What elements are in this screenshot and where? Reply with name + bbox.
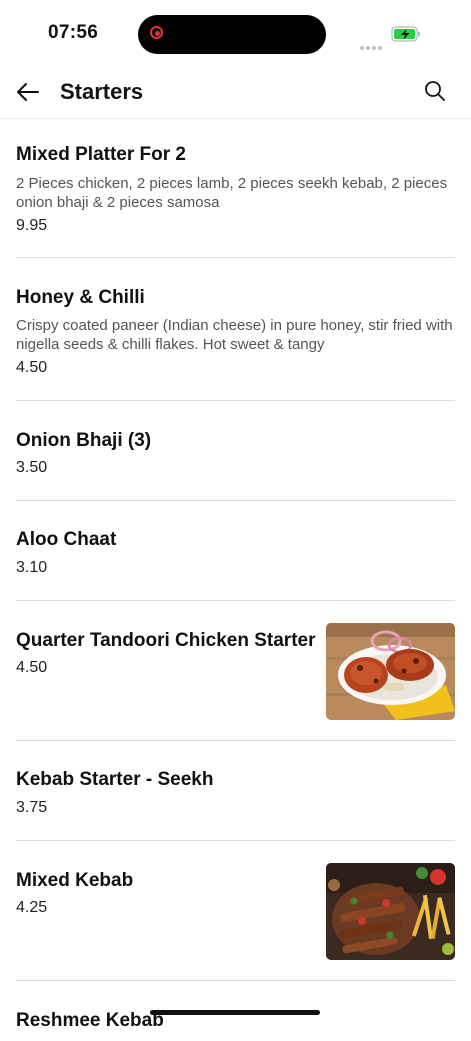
menu-item-price: 4.50 <box>16 659 48 676</box>
battery-charging-icon <box>391 26 420 42</box>
home-indicator[interactable] <box>150 1010 320 1015</box>
menu-item-list: Mixed Platter For 2 2 Pieces chicken, 2 … <box>0 118 471 1041</box>
menu-item[interactable]: Quarter Tandoori Chicken Starter 4.50 <box>16 601 455 741</box>
dynamic-island <box>138 15 326 54</box>
menu-item-name: Onion Bhaji (3) <box>16 430 152 451</box>
cellular-signal-icon <box>360 37 384 55</box>
menu-item-name: Reshmee Kebab <box>16 1010 164 1031</box>
menu-item[interactable]: Kebab Starter - Seekh 3.75 <box>16 741 455 841</box>
menu-item-name: Mixed Kebab <box>16 870 134 891</box>
screen-record-icon <box>150 26 163 39</box>
menu-item-name: Quarter Tandoori Chicken Starter <box>16 630 316 651</box>
tandoori-chicken-photo <box>326 623 455 720</box>
menu-item-name: Aloo Chaat <box>16 529 117 550</box>
mixed-kebab-photo <box>326 863 455 960</box>
menu-item[interactable]: Onion Bhaji (3) 3.50 <box>16 401 455 501</box>
menu-item-name: Kebab Starter - Seekh <box>16 769 214 790</box>
menu-item-price: 9.95 <box>16 217 48 234</box>
menu-item-description: 2 Pieces chicken, 2 pieces lamb, 2 piece… <box>16 175 448 211</box>
status-bar: 07:56 <box>0 0 471 70</box>
menu-item[interactable]: Honey & Chilli Crispy coated paneer (Ind… <box>16 258 455 401</box>
menu-item-price: 4.50 <box>16 359 48 376</box>
page-title: Starters <box>60 79 144 104</box>
back-arrow-icon[interactable] <box>14 80 42 104</box>
menu-item-name: Honey & Chilli <box>16 287 145 308</box>
menu-item-name: Mixed Platter For 2 <box>16 144 186 165</box>
status-time: 07:56 <box>48 22 99 43</box>
menu-item-description: Crispy coated paneer (Indian cheese) in … <box>16 317 453 353</box>
menu-item-price: 3.75 <box>16 799 48 816</box>
menu-item-price: 3.50 <box>16 459 48 476</box>
search-icon[interactable] <box>422 78 448 104</box>
menu-item[interactable]: Mixed Platter For 2 2 Pieces chicken, 2 … <box>16 118 455 258</box>
menu-item-price: 3.10 <box>16 559 48 576</box>
menu-item[interactable]: Aloo Chaat 3.10 <box>16 501 455 601</box>
app-header: Starters <box>0 70 471 119</box>
menu-item-price: 4.25 <box>16 899 48 916</box>
menu-item[interactable]: Mixed Kebab 4.25 <box>16 841 455 981</box>
